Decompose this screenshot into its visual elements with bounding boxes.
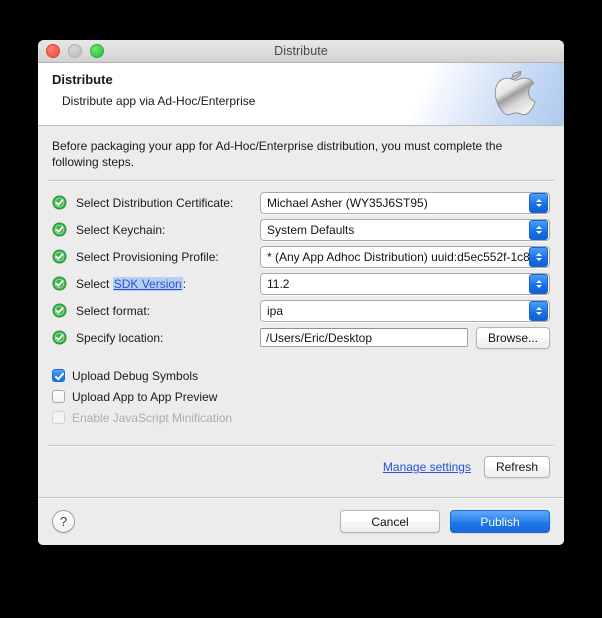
value-sdk-version: 11.2 xyxy=(267,276,290,291)
label-upload-app-to-app-preview: Upload App to App Preview xyxy=(72,389,218,404)
select-sdk-version[interactable]: 11.2 xyxy=(260,272,550,295)
publish-button[interactable]: Publish xyxy=(450,510,550,533)
select-provisioning-profile[interactable]: * (Any App Adhoc Distribution) uuid:d5ec… xyxy=(260,245,550,268)
select-format[interactable]: ipa xyxy=(260,299,550,322)
chevron-updown-icon[interactable] xyxy=(529,273,548,294)
window-title-bar: Distribute xyxy=(38,40,564,63)
options-group: Upload Debug Symbols Upload App to App P… xyxy=(38,354,564,429)
value-keychain: System Defaults xyxy=(267,222,355,237)
label-provisioning-profile: Select Provisioning Profile: xyxy=(76,249,219,264)
row-provisioning-profile: Select Provisioning Profile: * (Any App … xyxy=(52,244,550,269)
refresh-button[interactable]: Refresh xyxy=(483,456,550,478)
manage-row: Manage settings Refresh xyxy=(38,446,564,478)
value-format: ipa xyxy=(267,303,284,318)
status-ok-icon xyxy=(52,330,67,345)
checkbox-upload-app-to-app-preview[interactable] xyxy=(52,390,65,403)
row-location: Specify location: /Users/Eric/Desktop Br… xyxy=(52,325,550,350)
label-upload-debug-symbols: Upload Debug Symbols xyxy=(72,368,199,383)
select-keychain[interactable]: System Defaults xyxy=(260,218,550,241)
status-ok-icon xyxy=(52,195,67,210)
sdk-version-link[interactable]: SDK Version xyxy=(112,276,183,291)
manage-settings-link[interactable]: Manage settings xyxy=(383,460,471,474)
checkbox-row-enable-javascript-minification: Enable JavaScript Minification xyxy=(52,408,550,427)
value-distribution-certificate: Michael Asher (WY35J6ST95) xyxy=(267,195,428,210)
status-ok-icon xyxy=(52,303,67,318)
page-subtitle: Distribute app via Ad-Hoc/Enterprise xyxy=(62,94,256,108)
label-sdk-suffix: : xyxy=(182,276,187,291)
status-ok-icon xyxy=(52,249,67,264)
checkbox-enable-javascript-minification xyxy=(52,411,65,424)
checkbox-row-upload-app-to-app-preview[interactable]: Upload App to App Preview xyxy=(52,387,550,406)
label-enable-javascript-minification: Enable JavaScript Minification xyxy=(72,410,233,425)
status-ok-icon xyxy=(52,222,67,237)
status-ok-icon xyxy=(52,276,67,291)
row-distribution-certificate: Select Distribution Certificate: Michael… xyxy=(52,190,550,215)
row-format: Select format: ipa xyxy=(52,298,550,323)
checkbox-upload-debug-symbols[interactable] xyxy=(52,369,65,382)
label-sdk-version: Select SDK Version: xyxy=(76,276,260,291)
label-distribution-certificate: Select Distribution Certificate: xyxy=(76,195,234,210)
chevron-updown-icon[interactable] xyxy=(529,300,548,321)
select-distribution-certificate[interactable]: Michael Asher (WY35J6ST95) xyxy=(260,191,550,214)
dialog-header: Distribute Distribute app via Ad-Hoc/Ent… xyxy=(38,63,564,126)
value-provisioning-profile: * (Any App Adhoc Distribution) uuid:d5ec… xyxy=(267,249,529,264)
row-keychain: Select Keychain: System Defaults xyxy=(52,217,550,242)
checkbox-row-upload-debug-symbols[interactable]: Upload Debug Symbols xyxy=(52,366,550,385)
cancel-button[interactable]: Cancel xyxy=(340,510,440,533)
chevron-updown-icon[interactable] xyxy=(529,192,548,213)
window-title: Distribute xyxy=(274,44,328,58)
distribute-dialog-window: Distribute Distribute Distribute app via… xyxy=(38,40,564,545)
chevron-updown-icon[interactable] xyxy=(529,219,548,240)
distribution-form: Select Distribution Certificate: Michael… xyxy=(38,181,564,354)
label-keychain: Select Keychain: xyxy=(76,222,166,237)
help-button[interactable]: ? xyxy=(52,510,75,533)
location-input[interactable]: /Users/Eric/Desktop xyxy=(260,328,468,347)
chevron-updown-icon[interactable] xyxy=(529,246,548,267)
intro-text: Before packaging your app for Ad-Hoc/Ent… xyxy=(52,139,503,169)
dialog-footer: ? Cancel Publish xyxy=(38,497,564,545)
label-format: Select format: xyxy=(76,303,151,318)
apple-logo-icon xyxy=(494,71,536,116)
page-title: Distribute xyxy=(52,72,113,87)
dialog-body: Before packaging your app for Ad-Hoc/Ent… xyxy=(38,126,564,497)
browse-button[interactable]: Browse... xyxy=(475,326,550,349)
label-sdk-prefix: Select xyxy=(76,276,113,291)
label-location: Specify location: xyxy=(76,330,164,345)
row-sdk-version: Select SDK Version: 11.2 xyxy=(52,271,550,296)
